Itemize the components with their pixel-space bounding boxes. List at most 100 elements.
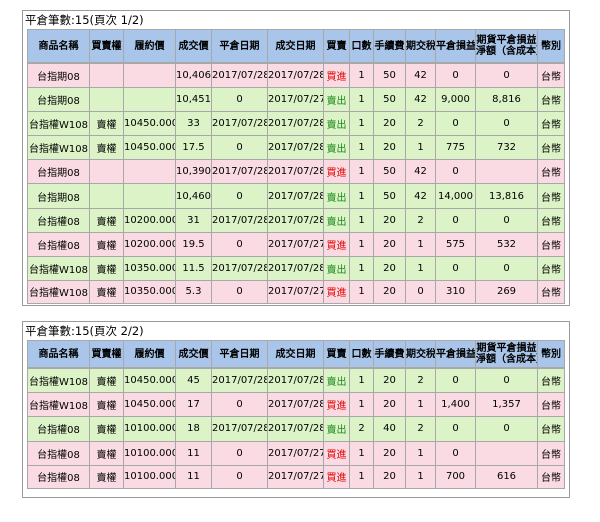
- table-row[interactable]: 台指權W108 賣權 10350.000 11.5 2017/07/28 2017/07/…: [27, 255, 565, 280]
- cell-net-pnl: 269: [475, 279, 537, 304]
- cell-product-name: 台指權08: [27, 231, 89, 256]
- cell-trade-date: 2017/07/28: [267, 416, 323, 441]
- cell-tax: 1: [405, 255, 435, 280]
- cell-product-name: 台指權W108: [27, 135, 89, 160]
- cell-side: 賣出: [323, 368, 349, 393]
- cell-lots: 1: [349, 111, 373, 136]
- cell-net-pnl: [475, 159, 537, 184]
- table-row[interactable]: 台指期08 10,460 0 2017/07/28 賣出 1 50 42 14,000 13,81…: [27, 183, 565, 208]
- cell-close-date: 2017/07/28: [211, 159, 267, 184]
- table-row[interactable]: 台指權W108 賣權 10450.000 17.5 0 2017/07/28 賣出 1 20 1 7…: [27, 135, 565, 160]
- header-line-1: 期貨平倉損益: [476, 343, 537, 354]
- cell-strike-price: [123, 63, 175, 88]
- cell-close-date: 2017/07/28: [211, 255, 267, 280]
- cell-side: 賣出: [323, 207, 349, 232]
- cell-fee: 20: [373, 464, 405, 489]
- column-header-currency: 幣別: [537, 29, 565, 63]
- cell-strike-price: 10450.000: [123, 368, 175, 393]
- cell-tax: 0: [405, 279, 435, 304]
- cell-call-put: 賣權: [89, 392, 123, 417]
- cell-tax: 2: [405, 416, 435, 441]
- table-row[interactable]: 台指權08 賣權 10100.000 11 0 2017/07/27 買進 1 20 1 0 台幣: [27, 440, 565, 465]
- table-row[interactable]: 台指期08 10,451 0 2017/07/27 賣出 1 50 42 9,000 8,816 台…: [27, 87, 565, 112]
- cell-product-name: 台指權08: [27, 416, 89, 441]
- cell-fee: 50: [373, 183, 405, 208]
- cell-fee: 20: [373, 279, 405, 304]
- table-row[interactable]: 台指權08 賣權 10100.000 11 0 2017/07/27 買進 1 20 1 700 61…: [27, 464, 565, 489]
- column-header-product-name: 商品名稱: [27, 29, 89, 63]
- cell-trade-price: 11: [175, 464, 211, 489]
- cell-currency: 台幣: [537, 135, 565, 160]
- table-row[interactable]: 台指期08 10,406 2017/07/28 2017/07/28 買進 1 50 42 0 0…: [27, 63, 565, 88]
- panel-title: 平倉筆數:15(頁次 1/2): [25, 13, 144, 27]
- cell-strike-price: [123, 159, 175, 184]
- table-row[interactable]: 台指權W108 賣權 10350.000 5.3 0 2017/07/27 買進 1 20 0 31…: [27, 279, 565, 304]
- cell-lots: 1: [349, 159, 373, 184]
- cell-net-pnl: [475, 440, 537, 465]
- cell-trade-date: 2017/07/28: [267, 207, 323, 232]
- cell-call-put: 賣權: [89, 207, 123, 232]
- cell-net-pnl: 0: [475, 63, 537, 88]
- header-line-2: 淨額（含成本）: [476, 46, 537, 57]
- cell-tax: 1: [405, 440, 435, 465]
- cell-close-pnl: 0: [435, 111, 475, 136]
- cell-side: 賣出: [323, 111, 349, 136]
- table-row[interactable]: 台指權W108 賣權 10450.000 33 2017/07/28 2017/07/28…: [27, 111, 565, 136]
- cell-currency: 台幣: [537, 279, 565, 304]
- cell-net-pnl: 532: [475, 231, 537, 256]
- cell-strike-price: [123, 87, 175, 112]
- cell-fee: 50: [373, 87, 405, 112]
- cell-product-name: 台指權08: [27, 464, 89, 489]
- cell-currency: 台幣: [537, 368, 565, 393]
- column-header-trade-price: 成交價: [175, 340, 211, 368]
- cell-call-put: 賣權: [89, 416, 123, 441]
- cell-trade-price: 19.5: [175, 231, 211, 256]
- cell-lots: 1: [349, 392, 373, 417]
- cell-lots: 1: [349, 255, 373, 280]
- cell-trade-date: 2017/07/28: [267, 392, 323, 417]
- cell-lots: 1: [349, 231, 373, 256]
- cell-net-pnl: 13,816: [475, 183, 537, 208]
- cell-product-name: 台指期08: [27, 159, 89, 184]
- cell-close-pnl: 0: [435, 440, 475, 465]
- header-line-2: 淨額（含成本）: [476, 354, 537, 365]
- cell-currency: 台幣: [537, 392, 565, 417]
- cell-trade-price: 11.5: [175, 255, 211, 280]
- cell-close-pnl: 1,400: [435, 392, 475, 417]
- column-header-net-pnl: 期貨平倉損益淨額（含成本）: [475, 29, 537, 63]
- table-row[interactable]: 台指權08 賣權 10200.000 19.5 0 2017/07/27 買進 1 20 1 575…: [27, 231, 565, 256]
- column-header-trade-price: 成交價: [175, 29, 211, 63]
- cell-tax: 1: [405, 135, 435, 160]
- cell-lots: 1: [349, 207, 373, 232]
- cell-trade-date: 2017/07/27: [267, 279, 323, 304]
- cell-close-pnl: 0: [435, 207, 475, 232]
- cell-trade-price: 11: [175, 440, 211, 465]
- cell-currency: 台幣: [537, 416, 565, 441]
- cell-side: 賣出: [323, 255, 349, 280]
- cell-lots: 1: [349, 63, 373, 88]
- table-row[interactable]: 台指期08 10,390 2017/07/28 2017/07/28 買進 1 50 42 0 台…: [27, 159, 565, 184]
- cell-side: 買進: [323, 159, 349, 184]
- cell-lots: 1: [349, 464, 373, 489]
- cell-close-pnl: 0: [435, 416, 475, 441]
- table-row[interactable]: 台指權W108 賣權 10450.000 45 2017/07/28 2017/07/28…: [27, 368, 565, 393]
- cell-close-date: 0: [211, 135, 267, 160]
- cell-close-pnl: 775: [435, 135, 475, 160]
- cell-product-name: 台指期08: [27, 63, 89, 88]
- cell-trade-date: 2017/07/28: [267, 255, 323, 280]
- cell-call-put: [89, 63, 123, 88]
- cell-currency: 台幣: [537, 464, 565, 489]
- table-row[interactable]: 台指權08 賣權 10100.000 18 2017/07/28 2017/07/28 賣出…: [27, 416, 565, 441]
- cell-close-date: 0: [211, 279, 267, 304]
- cell-close-date: 0: [211, 440, 267, 465]
- column-header-lots: 口數: [349, 29, 373, 63]
- cell-trade-date: 2017/07/28: [267, 183, 323, 208]
- table-row[interactable]: 台指權08 賣權 10200.000 31 2017/07/28 2017/07/28 賣出…: [27, 207, 565, 232]
- cell-strike-price: 10450.000: [123, 135, 175, 160]
- cell-fee: 20: [373, 207, 405, 232]
- column-header-close-pnl: 平倉損益: [435, 29, 475, 63]
- cell-strike-price: 10200.000: [123, 207, 175, 232]
- cell-product-name: 台指權W108: [27, 279, 89, 304]
- table-row[interactable]: 台指權W108 賣權 10450.000 17 0 2017/07/28 買進 1 20 1 1,4…: [27, 392, 565, 417]
- column-header-fee: 手續費: [373, 340, 405, 368]
